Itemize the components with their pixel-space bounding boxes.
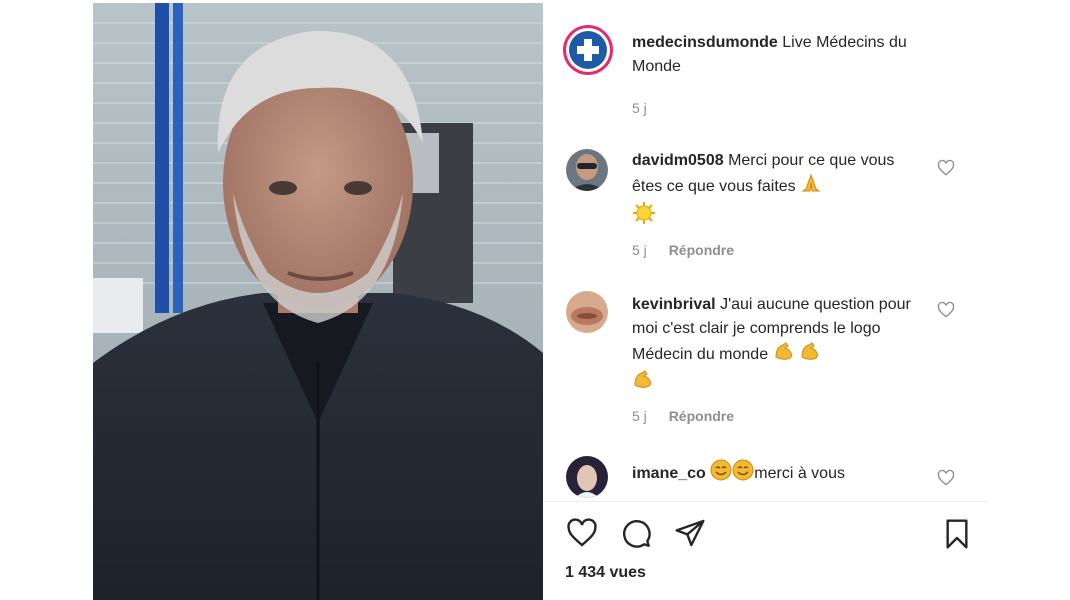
post-meta: 5 j <box>632 100 665 116</box>
smiling-face-emoji-icon <box>732 459 754 489</box>
comment-text-block: kevinbrival J'aui aucune question pour m… <box>632 293 922 397</box>
reply-button[interactable]: Répondre <box>669 408 734 424</box>
live-video[interactable] <box>93 3 543 600</box>
flexed-biceps-emoji-icon <box>799 341 821 369</box>
view-count[interactable]: 1 434 vues <box>565 564 646 582</box>
comment-meta: 5 j Répondre <box>632 242 734 258</box>
comment-time[interactable]: 5 j <box>632 408 647 424</box>
comment-avatar[interactable] <box>566 291 608 333</box>
flexed-biceps-emoji-icon <box>773 341 795 369</box>
comment-meta: 5 j Répondre <box>632 408 734 424</box>
comment-text-block: imane_co merci à vous <box>632 459 922 489</box>
flexed-biceps-emoji-icon <box>632 369 654 397</box>
actions-divider <box>543 501 988 503</box>
comment-text: merci à vous <box>754 465 845 483</box>
sun-emoji-icon <box>632 201 656 233</box>
post-time[interactable]: 5 j <box>632 100 647 116</box>
medecins-du-monde-avatar[interactable] <box>562 24 614 76</box>
post-details-panel: medecinsdumonde Live Médecins du Monde 5… <box>543 3 988 600</box>
heart-outline-icon[interactable] <box>565 517 599 554</box>
comment-time[interactable]: 5 j <box>632 242 647 258</box>
comment-text-block: davidm0508 Merci pour ce que vous êtes c… <box>632 149 922 233</box>
paper-plane-icon[interactable] <box>673 517 707 554</box>
comment-bubble-icon[interactable] <box>619 517 653 554</box>
comment-username[interactable]: imane_co <box>632 465 706 482</box>
comment-like-icon[interactable] <box>937 301 955 319</box>
smiling-face-emoji-icon <box>710 459 732 489</box>
comment-avatar[interactable] <box>566 456 608 498</box>
post-caption: medecinsdumonde Live Médecins du Monde <box>632 31 922 79</box>
comment-like-icon[interactable] <box>937 159 955 177</box>
comment-username[interactable]: kevinbrival <box>632 296 716 313</box>
post-username[interactable]: medecinsdumonde <box>632 34 778 51</box>
comment-like-icon[interactable] <box>937 469 955 487</box>
reply-button[interactable]: Répondre <box>669 242 734 258</box>
video-frame-image <box>93 3 543 600</box>
folded-hands-emoji-icon <box>800 173 822 201</box>
bookmark-icon[interactable] <box>941 517 973 556</box>
comment-avatar[interactable] <box>566 149 608 191</box>
comment-username[interactable]: davidm0508 <box>632 152 724 169</box>
